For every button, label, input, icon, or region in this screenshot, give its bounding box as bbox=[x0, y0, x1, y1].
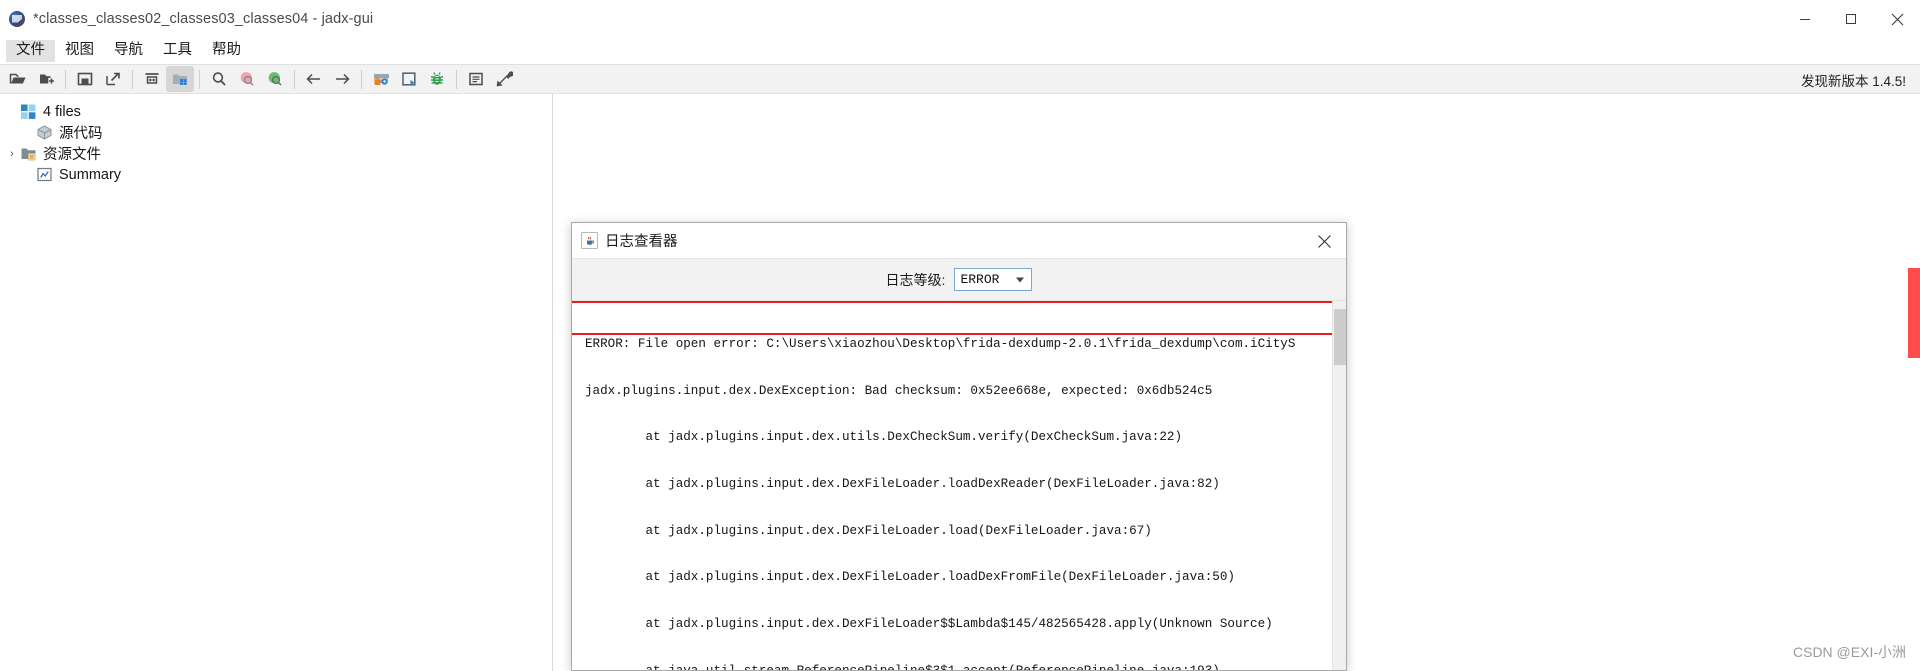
tree-node-label: 4 files bbox=[43, 103, 81, 120]
log-line: at jadx.plugins.input.dex.DexFileLoader.… bbox=[585, 477, 1220, 492]
log-scrollbar[interactable] bbox=[1332, 301, 1346, 670]
toolbar-separator bbox=[132, 69, 133, 89]
tree-node-summary[interactable]: Summary bbox=[0, 164, 552, 185]
add-files-icon[interactable] bbox=[32, 66, 60, 92]
log-viewer-dialog: 日志查看器 日志等级: ERROR ERROR: File open error… bbox=[571, 222, 1347, 671]
tree-node-resources[interactable]: › 资源文件 bbox=[0, 143, 552, 164]
log-line: ERROR: File open error: C:\Users\xiaozho… bbox=[585, 337, 1296, 352]
watermark: CSDN @EXI-小洲 bbox=[1793, 644, 1906, 660]
tree-node-label: 源代码 bbox=[59, 126, 103, 142]
summary-icon bbox=[37, 167, 52, 182]
toolbar-separator bbox=[456, 69, 457, 89]
log-level-value: ERROR bbox=[960, 272, 1000, 287]
menu-file[interactable]: 文件 bbox=[6, 40, 55, 62]
debugger-icon[interactable] bbox=[423, 66, 451, 92]
log-level-row: 日志等级: ERROR bbox=[572, 259, 1346, 301]
menu-help[interactable]: 帮助 bbox=[202, 40, 251, 62]
menu-tools[interactable]: 工具 bbox=[153, 40, 202, 62]
toolbar-separator bbox=[294, 69, 295, 89]
log-viewer-icon[interactable] bbox=[462, 66, 490, 92]
log-line: at jadx.plugins.input.dex.DexFileLoader.… bbox=[585, 523, 1152, 538]
tree-expander-resources[interactable]: › bbox=[4, 146, 20, 162]
dialog-title-bar: 日志查看器 bbox=[572, 223, 1346, 259]
log-line: at jadx.plugins.input.dex.utils.DexCheck… bbox=[585, 430, 1183, 445]
log-lines: ERROR: File open error: C:\Users\xiaozho… bbox=[572, 301, 1332, 670]
log-scrollbar-thumb[interactable] bbox=[1334, 309, 1346, 365]
close-button[interactable] bbox=[1874, 0, 1920, 38]
flat-packages-icon[interactable] bbox=[166, 66, 194, 92]
menu-bar: 文件 视图 导航 工具 帮助 bbox=[0, 38, 1920, 64]
resources-icon bbox=[21, 148, 36, 161]
tree-node-sources[interactable]: 源代码 bbox=[0, 122, 552, 143]
forward-arrow-icon[interactable] bbox=[328, 66, 356, 92]
sync-tree-icon[interactable] bbox=[138, 66, 166, 92]
window-controls bbox=[1782, 0, 1920, 38]
export-gradle-icon[interactable] bbox=[99, 66, 127, 92]
tree-node-files[interactable]: 4 files bbox=[0, 101, 552, 122]
toolbar-separator bbox=[65, 69, 66, 89]
update-available-note[interactable]: 发现新版本 1.4.5! bbox=[1801, 65, 1906, 95]
menu-view[interactable]: 视图 bbox=[55, 40, 104, 62]
deobfuscation-icon[interactable] bbox=[367, 66, 395, 92]
tree-expander[interactable] bbox=[20, 167, 36, 183]
log-line: at jadx.plugins.input.dex.DexFileLoader$… bbox=[585, 616, 1273, 631]
log-line: at java.util.stream.ReferencePipeline$3$… bbox=[585, 664, 1332, 670]
minimize-button[interactable] bbox=[1782, 0, 1828, 38]
log-line: at jadx.plugins.input.dex.DexFileLoader.… bbox=[585, 570, 1235, 585]
toolbar-separator bbox=[361, 69, 362, 89]
toolbar-separator bbox=[199, 69, 200, 89]
tree-expander[interactable] bbox=[20, 125, 36, 141]
preferences-icon[interactable] bbox=[490, 66, 518, 92]
tree-node-label: Summary bbox=[59, 166, 122, 183]
java-cup-icon bbox=[581, 232, 598, 249]
jadx-gui-window: *classes_classes02_classes03_classes04 -… bbox=[0, 0, 1920, 671]
chevron-down-icon bbox=[1016, 277, 1025, 282]
window-title: *classes_classes02_classes03_classes04 -… bbox=[33, 10, 374, 27]
search-comment-icon[interactable] bbox=[261, 66, 289, 92]
log-level-select[interactable]: ERROR bbox=[954, 268, 1033, 291]
sources-icon bbox=[37, 125, 52, 140]
quark-icon[interactable] bbox=[395, 66, 423, 92]
back-arrow-icon[interactable] bbox=[300, 66, 328, 92]
main-scrollbar-thumb[interactable] bbox=[1908, 268, 1920, 358]
tree-expander[interactable] bbox=[4, 104, 20, 120]
dialog-title: 日志查看器 bbox=[605, 234, 678, 250]
file-tree-panel: 4 files 源代码 › 资源文件 Summary bbox=[0, 94, 553, 671]
jadx-icon bbox=[9, 10, 25, 27]
dialog-close-button[interactable] bbox=[1302, 223, 1346, 259]
log-level-label: 日志等级: bbox=[885, 271, 946, 288]
log-line: jadx.plugins.input.dex.DexException: Bad… bbox=[585, 383, 1213, 398]
search-icon[interactable] bbox=[205, 66, 233, 92]
toolbar: 发现新版本 1.4.5! bbox=[0, 64, 1920, 94]
maximize-button[interactable] bbox=[1828, 0, 1874, 38]
menu-navigation[interactable]: 导航 bbox=[104, 40, 153, 62]
title-bar: *classes_classes02_classes03_classes04 -… bbox=[0, 0, 1920, 38]
save-all-icon[interactable] bbox=[71, 66, 99, 92]
open-file-icon[interactable] bbox=[4, 66, 32, 92]
search-class-icon[interactable] bbox=[233, 66, 261, 92]
tree-node-label: 资源文件 bbox=[43, 147, 101, 163]
log-output-area[interactable]: ERROR: File open error: C:\Users\xiaozho… bbox=[572, 301, 1346, 670]
files-icon bbox=[21, 104, 36, 119]
